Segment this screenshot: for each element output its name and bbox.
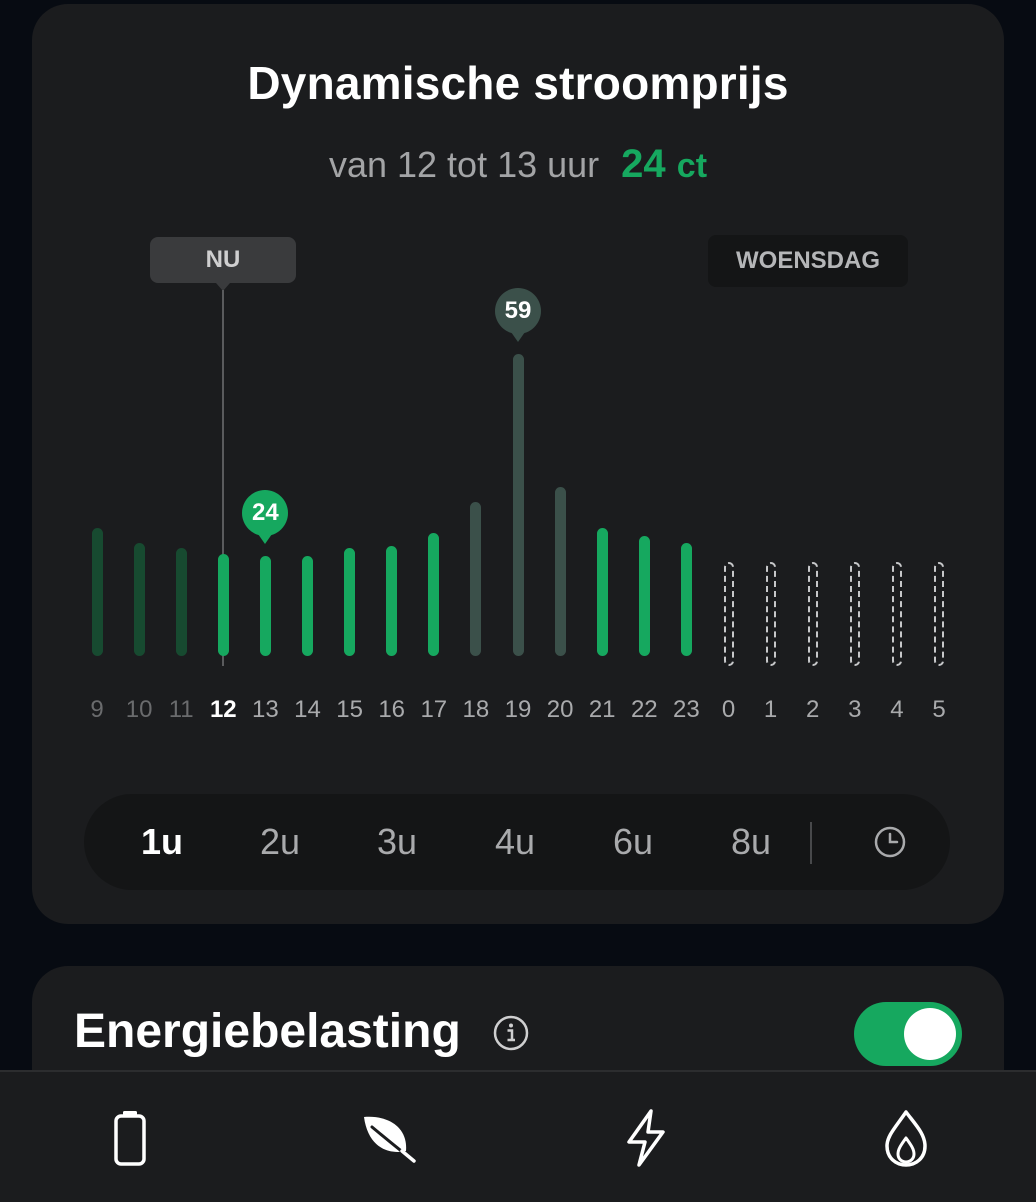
price-bar-15[interactable]: [344, 548, 356, 656]
flame-icon: [885, 1110, 927, 1167]
hour-tick-19: 19: [504, 696, 532, 723]
range-option-1u[interactable]: 1u: [122, 794, 202, 890]
nav-electricity[interactable]: [614, 1106, 678, 1170]
nav-gas[interactable]: [874, 1106, 938, 1170]
hour-tick-20: 20: [546, 696, 574, 723]
hour-tick-5: 5: [932, 696, 946, 723]
hour-tick-18: 18: [462, 696, 490, 723]
price-bar-17[interactable]: [428, 533, 440, 656]
price-bubble-label: 59: [504, 296, 532, 324]
price-bar-21[interactable]: [596, 528, 608, 656]
tax-toggle[interactable]: [854, 1002, 962, 1066]
range-separator: [810, 822, 812, 864]
card-title: Dynamische stroomprijs: [247, 57, 789, 109]
leaf-icon: [364, 1116, 416, 1163]
hour-tick-15: 15: [336, 696, 363, 723]
range-selector: 1u 2u 3u 4u 6u 8u: [84, 794, 950, 890]
range-option-2u[interactable]: 2u: [240, 794, 320, 890]
price-bar-12[interactable]: [217, 553, 229, 656]
hour-tick-13: 13: [252, 696, 279, 723]
hour-tick-22: 22: [630, 696, 658, 723]
hour-tick-0: 0: [721, 696, 736, 723]
hour-tick-1: 1: [763, 696, 778, 723]
hour-tick-2: 2: [806, 696, 820, 723]
hour-tick-12: 12: [209, 696, 237, 723]
range-option-4u[interactable]: 4u: [475, 794, 555, 890]
toggle-knob: [904, 1008, 956, 1060]
battery-icon: [114, 1111, 146, 1166]
bottom-nav: [0, 1070, 1036, 1202]
price-bar-4[interactable]: [891, 562, 902, 666]
hour-tick-16: 16: [378, 696, 406, 723]
nav-leaf[interactable]: [356, 1106, 420, 1170]
price-bar-16[interactable]: [386, 545, 398, 656]
price-unit: ct: [676, 147, 708, 185]
price-bar-19[interactable]: [512, 353, 524, 656]
time-range-text: van 12 tot 13 uur: [328, 144, 600, 185]
price-bubble-59: 59: [495, 287, 541, 342]
price-card: Dynamische stroomprijs van 12 tot 13 uur…: [32, 4, 1004, 924]
range-option-6u[interactable]: 6u: [593, 794, 673, 890]
price-bubble-label: 24: [252, 499, 279, 527]
price-bar-2[interactable]: [807, 562, 818, 666]
hour-tick-10: 10: [125, 696, 153, 723]
price-bar-23[interactable]: [680, 543, 692, 656]
hour-tick-14: 14: [294, 696, 321, 723]
tax-card-title: Energiebelasting: [74, 1005, 461, 1058]
price-bar-22[interactable]: [638, 535, 650, 656]
range-option-3u[interactable]: 3u: [357, 794, 437, 890]
nav-battery[interactable]: [98, 1106, 162, 1170]
price-bar-10[interactable]: [133, 543, 145, 656]
hour-tick-9: 9: [90, 696, 104, 723]
hour-tick-3: 3: [848, 696, 862, 723]
day-label: WOENSDAG: [708, 235, 908, 287]
clock-icon[interactable]: [872, 824, 908, 860]
price-bar-11[interactable]: [175, 548, 187, 656]
range-option-8u[interactable]: 8u: [711, 794, 791, 890]
price-value: 24: [621, 142, 666, 186]
hour-tick-11: 11: [168, 696, 194, 723]
price-bar-20[interactable]: [554, 487, 566, 656]
price-bar-0[interactable]: [723, 562, 734, 666]
hour-tick-17: 17: [420, 696, 448, 723]
price-bar-1[interactable]: [765, 562, 776, 666]
hour-tick-21: 21: [588, 696, 616, 723]
price-bubble-24: 24: [242, 490, 289, 545]
now-marker-label: NU: [150, 237, 296, 291]
price-bar-5[interactable]: [934, 562, 944, 666]
current-price: 24 ct: [621, 142, 707, 186]
price-bar-3[interactable]: [849, 562, 860, 666]
lightning-icon: [627, 1109, 665, 1167]
price-subtitle: van 12 tot 13 uur 24 ct: [32, 142, 1004, 187]
price-bar-14[interactable]: [302, 556, 313, 656]
price-bar-9[interactable]: [91, 528, 103, 656]
hour-tick-4: 4: [890, 696, 904, 723]
price-bar-13[interactable]: [259, 556, 271, 656]
info-icon[interactable]: [492, 1014, 530, 1052]
price-bar-18[interactable]: [470, 502, 482, 656]
hour-tick-23: 23: [673, 696, 700, 723]
